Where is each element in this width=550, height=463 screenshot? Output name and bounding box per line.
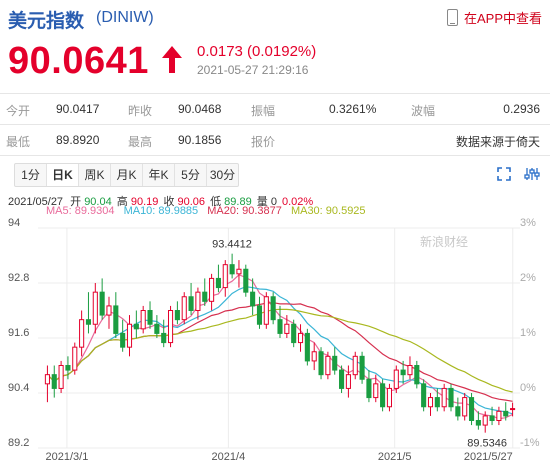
x-tick-label: 2021/5/27 [464, 451, 513, 463]
candle-body [92, 291, 98, 325]
candle-body [352, 355, 358, 376]
candlestick-chart: 新浪财经 94 92.8 91.6 90.4 89.2 3% 2% 1% 0% -1% 2021… [8, 217, 540, 463]
candles [44, 253, 516, 433]
candle-body [58, 365, 64, 389]
candle-body [99, 291, 105, 316]
candle-body [297, 332, 304, 344]
date-axis: 2021/3/1 2021/4 2021/5 2021/5/27 [46, 451, 513, 463]
candle-body [181, 296, 187, 321]
candle-body [400, 369, 406, 376]
y-tick-label: 91.6 [8, 327, 29, 339]
candle-body [475, 420, 481, 426]
candle-body [126, 323, 133, 348]
pct-tick-label: -1% [520, 437, 540, 449]
candle-body [161, 332, 167, 344]
candle-body [510, 408, 516, 411]
candle-body [373, 383, 379, 399]
candle-body [44, 374, 50, 385]
y-tick-label: 92.8 [8, 272, 29, 284]
candle-body [386, 387, 393, 408]
candle-body [263, 296, 269, 325]
candle-body [421, 383, 427, 408]
candle-body [291, 323, 297, 344]
x-tick-label: 2021/4 [212, 451, 246, 463]
candle-body [167, 310, 174, 344]
candle-body [154, 323, 160, 334]
candle-body [195, 291, 201, 311]
candle-body [339, 369, 345, 389]
candle-body [243, 268, 249, 293]
candle-body [304, 332, 310, 362]
candle-body [270, 296, 276, 321]
percent-axis: 3% 2% 1% 0% -1% [520, 217, 540, 449]
candle-body [496, 410, 502, 422]
candle-body [256, 305, 263, 325]
watermark-text: 新浪财经 [420, 234, 468, 249]
chart-grid [38, 227, 520, 449]
candle-body [65, 365, 71, 371]
candle-body [133, 323, 139, 330]
candle-body [236, 268, 242, 275]
candle-body [407, 365, 413, 376]
candle-body [318, 351, 324, 376]
x-tick-label: 2021/5 [378, 451, 412, 463]
candle-body [113, 305, 119, 334]
candle-body [468, 397, 475, 422]
low-annotation: 89.5346 [467, 438, 507, 450]
candle-body [209, 277, 215, 302]
candle-body [284, 323, 290, 334]
candle-body [462, 397, 468, 417]
high-annotation: 93.4412 [212, 239, 252, 251]
candle-body [434, 397, 440, 408]
candle-body [441, 387, 447, 408]
candle-body [359, 355, 365, 380]
candle-body [147, 310, 153, 325]
candle-body [72, 346, 78, 371]
pct-tick-label: 3% [520, 217, 536, 229]
candle-body [332, 355, 338, 371]
candle-body [393, 369, 399, 389]
candle-body [174, 310, 180, 321]
pct-tick-label: 1% [520, 327, 536, 339]
candle-body [489, 415, 495, 421]
candle-body [188, 296, 194, 311]
candle-body [325, 355, 331, 376]
candle-body [106, 305, 112, 316]
y-tick-label: 94 [8, 217, 20, 229]
y-tick-label: 90.4 [8, 382, 29, 394]
candle-body [366, 378, 372, 399]
x-tick-label: 2021/3/1 [46, 451, 89, 463]
candle-body [202, 291, 208, 302]
pct-tick-label: 0% [520, 382, 536, 394]
candle-body [448, 387, 454, 408]
candle-body [455, 406, 461, 417]
candle-body [414, 365, 420, 385]
candle-body [482, 415, 488, 426]
price-axis: 94 92.8 91.6 90.4 89.2 [8, 217, 29, 449]
candle-body [215, 277, 221, 289]
candle-body [229, 264, 235, 275]
candle-body [222, 264, 228, 289]
candle-body [250, 291, 256, 307]
candle-body [51, 374, 57, 389]
candle-body [427, 397, 434, 408]
candle-body [85, 319, 92, 325]
y-tick-label: 89.2 [8, 437, 29, 449]
candle-body [380, 383, 386, 408]
candle-body [311, 351, 317, 362]
candle-body [140, 310, 146, 330]
candle-body [120, 332, 126, 348]
candle-body [345, 374, 351, 389]
candle-body [79, 319, 85, 348]
candle-body [277, 319, 283, 334]
pct-tick-label: 2% [520, 272, 536, 284]
candle-body [503, 410, 509, 417]
